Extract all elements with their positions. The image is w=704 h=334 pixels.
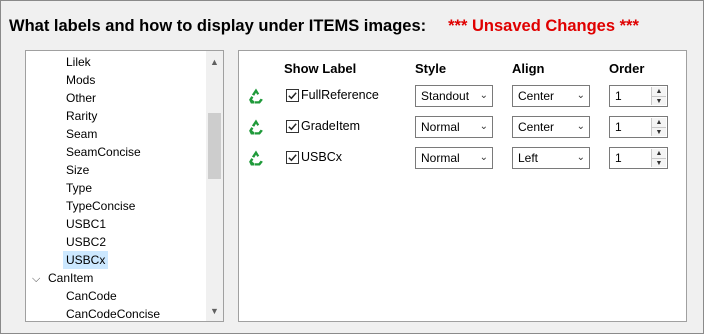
tree-item[interactable]: CanCode	[63, 287, 120, 305]
order-value: 1	[615, 151, 622, 165]
chevron-down-icon: ⌄	[576, 152, 585, 163]
tree-item[interactable]: TypeConcise	[63, 197, 138, 215]
label-row: FullReference Standout ⌄ Center ⌄ 1 ▲ ▼	[239, 84, 686, 108]
header: What labels and how to display under ITE…	[9, 15, 639, 37]
header-show-label: Show Label	[284, 61, 357, 76]
recycle-icon[interactable]	[247, 87, 265, 105]
tree-item-label: USBC1	[66, 217, 107, 231]
label-row: GradeItem Normal ⌄ Center ⌄ 1 ▲ ▼	[239, 115, 686, 139]
show-label-checkbox[interactable]	[286, 120, 299, 133]
tree-item-label: USBC2	[66, 235, 107, 249]
tree-item-label: Rarity	[66, 109, 98, 123]
recycle-icon[interactable]	[247, 118, 265, 136]
scroll-down-arrow-icon[interactable]: ▼	[206, 302, 223, 319]
tree-item-label: Mods	[66, 73, 96, 87]
tree-item[interactable]: Type	[63, 179, 95, 197]
checkmark-icon	[288, 154, 297, 162]
align-value: Center	[518, 89, 555, 103]
style-value: Standout	[421, 89, 470, 103]
order-stepper[interactable]: 1 ▲ ▼	[609, 116, 668, 138]
show-label-checkbox[interactable]	[286, 89, 299, 102]
tree-item-label: Lilek	[66, 55, 91, 69]
stepper-buttons[interactable]: ▲ ▼	[651, 118, 666, 136]
tree-item[interactable]: Lilek	[63, 53, 94, 71]
tree-item-label: Other	[66, 91, 97, 105]
tree-item-label: USBCx	[66, 253, 106, 267]
header-order: Order	[609, 61, 645, 76]
tree-item[interactable]: Mods	[63, 71, 98, 89]
page-title: What labels and how to display under ITE…	[9, 16, 427, 35]
tree-item-label: Type	[66, 181, 93, 195]
order-value: 1	[615, 120, 622, 134]
stepper-buttons[interactable]: ▲ ▼	[651, 87, 666, 105]
style-select[interactable]: Standout ⌄	[415, 85, 493, 107]
align-select[interactable]: Center ⌄	[512, 116, 590, 138]
stepper-up-icon[interactable]: ▲	[652, 118, 666, 127]
tree-item-label: Seam	[66, 127, 98, 141]
tree-item-label: Size	[66, 163, 90, 177]
row-label: USBCx	[301, 150, 342, 164]
tree-scrollbar[interactable]: ▲ ▼	[206, 51, 223, 321]
stepper-down-icon[interactable]: ▼	[652, 158, 666, 167]
scroll-up-arrow-icon[interactable]: ▲	[206, 53, 223, 70]
chevron-down-icon: ⌄	[576, 121, 585, 132]
chevron-down-icon: ⌄	[479, 121, 488, 132]
align-value: Center	[518, 120, 555, 134]
show-label-checkbox[interactable]	[286, 151, 299, 164]
stepper-buttons[interactable]: ▲ ▼	[651, 149, 666, 167]
tree-item-label: TypeConcise	[66, 199, 136, 213]
style-select[interactable]: Normal ⌄	[415, 147, 493, 169]
label-tree[interactable]: Lilek Mods Other Rarity Seam SeamConcise Size T…	[25, 50, 224, 322]
stepper-up-icon[interactable]: ▲	[652, 149, 666, 158]
order-stepper[interactable]: 1 ▲ ▼	[609, 147, 668, 169]
order-value: 1	[615, 89, 622, 103]
tree-item[interactable]: Seam	[63, 125, 100, 143]
checkmark-icon	[288, 123, 297, 131]
tree-item-label: CanCode	[66, 289, 117, 303]
stepper-up-icon[interactable]: ▲	[652, 87, 666, 96]
header-style: Style	[415, 61, 447, 76]
tree-item[interactable]: USBCx	[63, 251, 109, 269]
tree-item[interactable]: Size	[63, 161, 92, 179]
label-row: USBCx Normal ⌄ Left ⌄ 1 ▲ ▼	[239, 146, 686, 170]
header-align: Align	[512, 61, 545, 76]
tree-list: Lilek Mods Other Rarity Seam SeamConcise Size T…	[26, 51, 207, 321]
style-value: Normal	[421, 151, 460, 165]
tree-item[interactable]: SeamConcise	[63, 143, 144, 161]
row-label: GradeItem	[301, 119, 361, 133]
align-select[interactable]: Left ⌄	[512, 147, 590, 169]
order-stepper[interactable]: 1 ▲ ▼	[609, 85, 668, 107]
stepper-down-icon[interactable]: ▼	[652, 127, 666, 136]
label-settings-panel: Show Label Style Align Order FullReferen…	[238, 50, 687, 322]
style-value: Normal	[421, 120, 460, 134]
chevron-down-icon: ⌄	[479, 90, 488, 101]
row-label: FullReference	[301, 88, 379, 102]
tree-item[interactable]: Other	[63, 89, 99, 107]
tree-item[interactable]: ⌵ CanItem	[29, 269, 96, 287]
style-select[interactable]: Normal ⌄	[415, 116, 493, 138]
chevron-down-icon[interactable]: ⌵	[32, 270, 42, 288]
align-select[interactable]: Center ⌄	[512, 85, 590, 107]
checkmark-icon	[288, 92, 297, 100]
scrollbar-thumb[interactable]	[208, 113, 221, 179]
chevron-down-icon: ⌄	[479, 152, 488, 163]
tree-item[interactable]: CanCodeConcise	[63, 305, 163, 321]
align-value: Left	[518, 151, 539, 165]
window-frame: What labels and how to display under ITE…	[0, 0, 704, 334]
tree-item[interactable]: USBC1	[63, 215, 109, 233]
recycle-icon[interactable]	[247, 149, 265, 167]
tree-item[interactable]: Rarity	[63, 107, 100, 125]
unsaved-changes-warning: *** Unsaved Changes ***	[448, 16, 639, 35]
chevron-down-icon: ⌄	[576, 90, 585, 101]
tree-item-label: SeamConcise	[66, 145, 141, 159]
tree-item-label: CanCodeConcise	[66, 307, 161, 321]
tree-item-label: CanItem	[48, 271, 94, 285]
stepper-down-icon[interactable]: ▼	[652, 96, 666, 105]
tree-item[interactable]: USBC2	[63, 233, 109, 251]
